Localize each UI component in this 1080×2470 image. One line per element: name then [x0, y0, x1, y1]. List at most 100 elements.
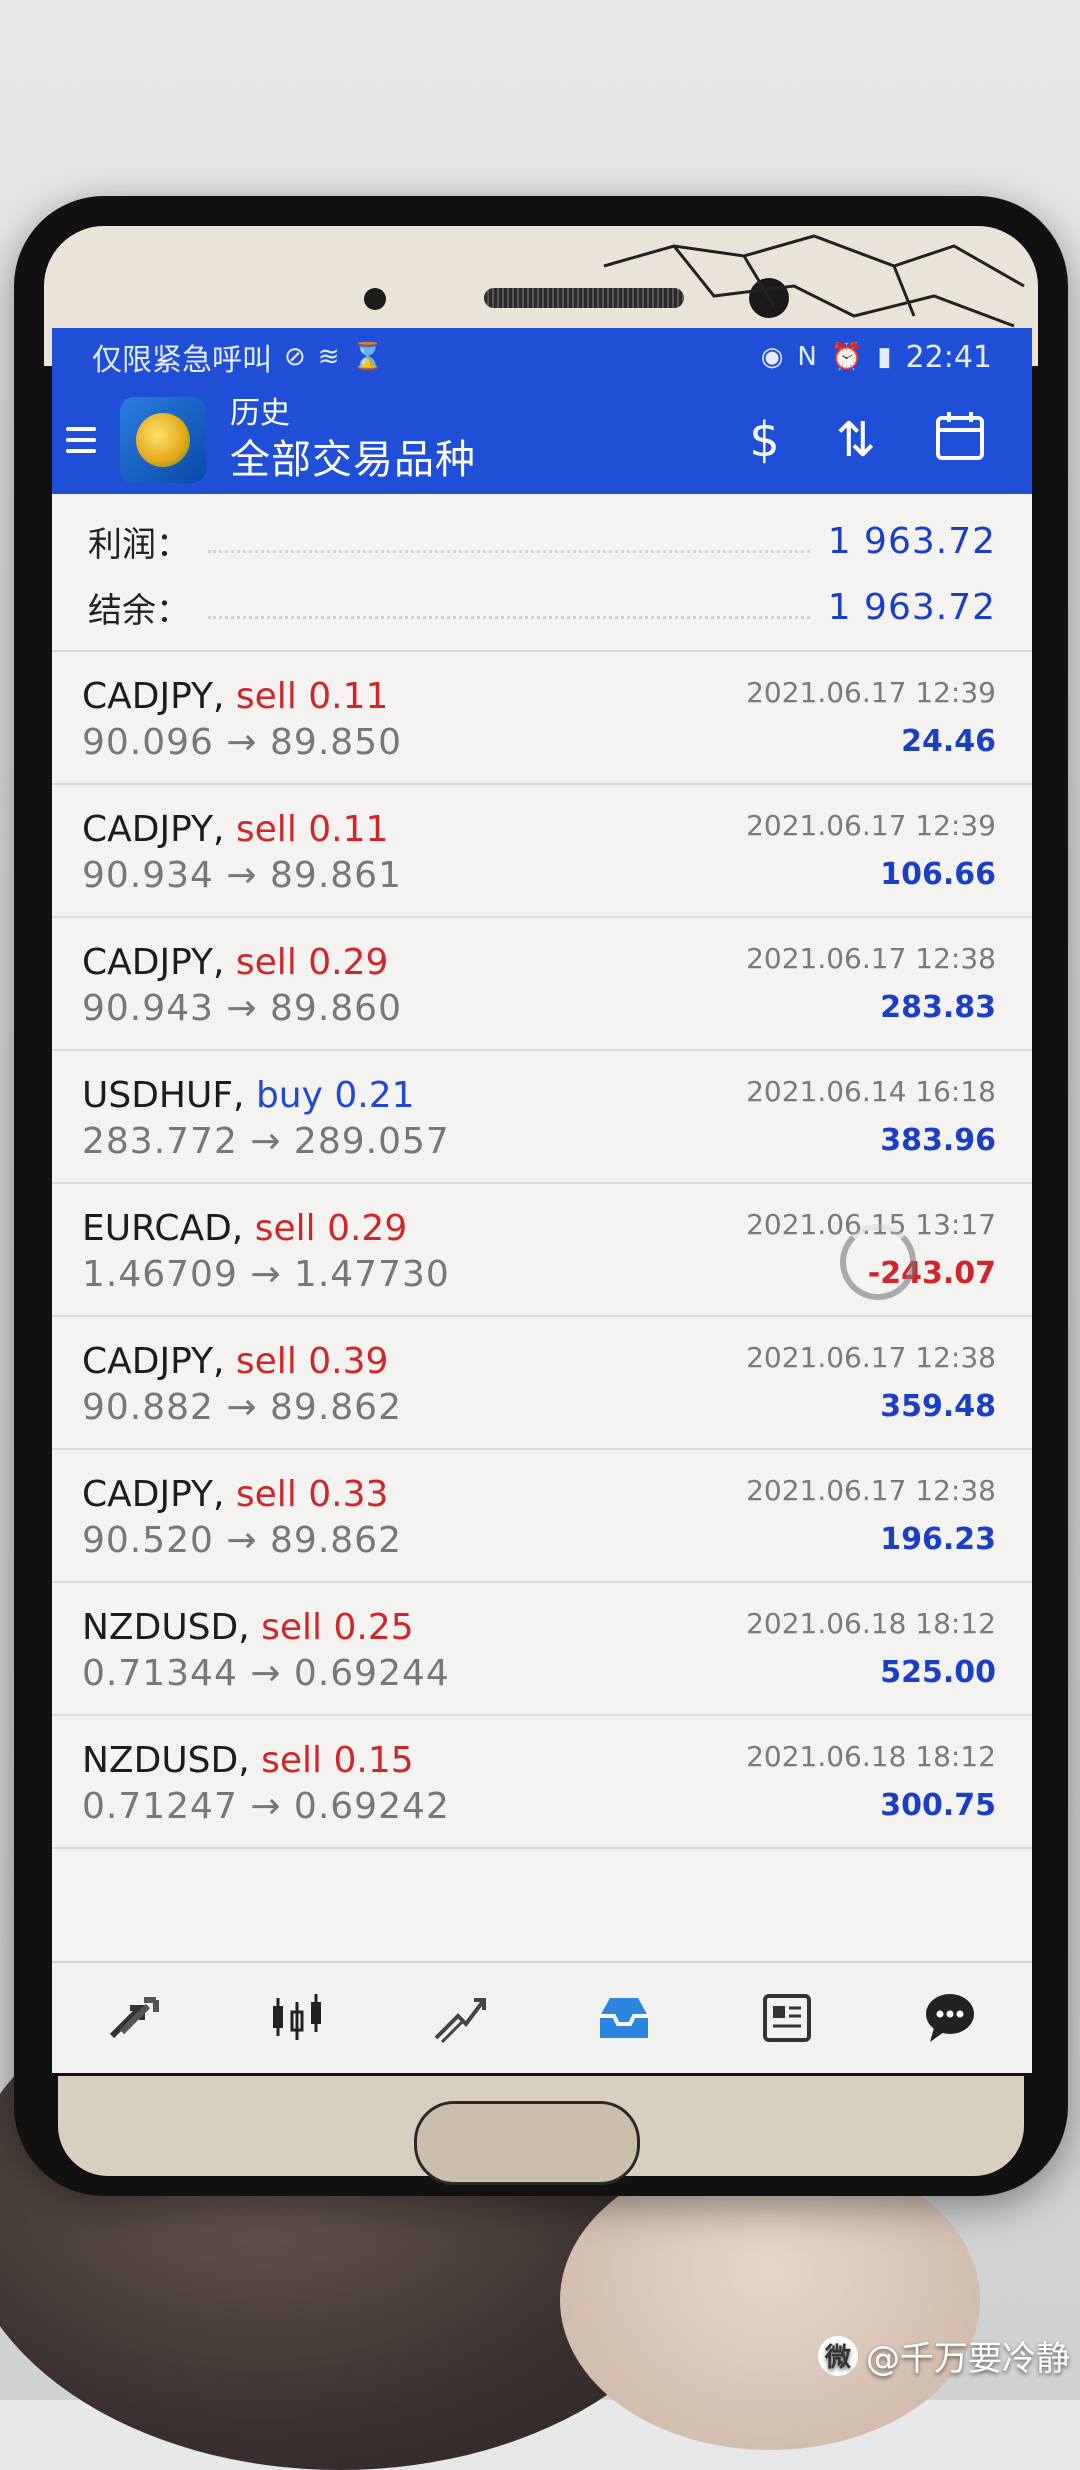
- phone-device: 仅限紧急呼叫 ⊘ ≋ ⌛ ◉ N ⏰ ▮ 22:41 历史 全部交易品种 $ ⇅…: [14, 196, 1068, 2196]
- chart-icon[interactable]: [252, 1978, 342, 2058]
- trade-symbol: CADJPY,: [82, 942, 225, 983]
- trade-volume: 0.25: [333, 1607, 414, 1648]
- trade-prices: 90.934 → 89.861: [82, 855, 402, 896]
- trade-type: sell: [235, 676, 297, 717]
- trade-row[interactable]: EURCAD, sell 0.29 1.46709 → 1.47730 2021…: [52, 1184, 1032, 1317]
- chat-icon[interactable]: [905, 1978, 995, 2058]
- touch-ripple-indicator: [840, 1224, 916, 1300]
- trade-row[interactable]: CADJPY, sell 0.29 90.943 → 89.860 2021.0…: [52, 918, 1032, 1051]
- trade-prices: 1.46709 → 1.47730: [82, 1254, 450, 1295]
- trade-volume: 0.39: [308, 1341, 389, 1382]
- trade-row[interactable]: NZDUSD, sell 0.15 0.71247 → 0.69242 2021…: [52, 1716, 1032, 1849]
- trade-prices: 90.882 → 89.862: [82, 1387, 402, 1428]
- trade-symbol: USDHUF,: [82, 1075, 245, 1116]
- trade-volume: 0.33: [308, 1474, 389, 1515]
- trade-date: 2021.06.17 12:38: [746, 1341, 996, 1374]
- front-sensor: [364, 288, 386, 310]
- history-icon[interactable]: [579, 1978, 669, 2058]
- trade-volume: 0.21: [334, 1075, 415, 1116]
- trade-date: 2021.06.17 12:39: [746, 676, 996, 709]
- trade-row[interactable]: CADJPY, sell 0.11 90.934 → 89.861 2021.0…: [52, 785, 1032, 918]
- trade-icon[interactable]: [415, 1978, 505, 2058]
- summary-panel: 利润： 1 963.72 结余： 1 963.72: [52, 494, 1032, 652]
- trade-symbol: CADJPY,: [82, 1474, 225, 1515]
- trade-date: 2021.06.18 18:12: [746, 1740, 996, 1773]
- trade-prices: 0.71344 → 0.69244: [82, 1653, 450, 1694]
- trade-type: sell: [261, 1740, 323, 1781]
- status-time: 22:41: [905, 339, 992, 375]
- app-logo: [120, 397, 206, 483]
- trade-profit: 300.75: [880, 1788, 996, 1823]
- trade-type: sell: [261, 1607, 323, 1648]
- watermark: 微 @千万要冷静: [818, 2331, 1070, 2380]
- eye-icon: ◉: [760, 342, 784, 372]
- trade-symbol: NZDUSD,: [82, 1607, 250, 1648]
- deposit-icon[interactable]: $: [749, 416, 780, 464]
- trade-volume: 0.29: [327, 1208, 408, 1249]
- trade-prices: 0.71247 → 0.69242: [82, 1786, 450, 1827]
- trade-volume: 0.11: [308, 809, 389, 850]
- screen-crack: [603, 234, 1025, 328]
- nfc-icon: N: [797, 342, 817, 372]
- profit-value: 1 963.72: [827, 520, 996, 562]
- sort-icon[interactable]: ⇅: [836, 416, 876, 464]
- trade-prices: 283.772 → 289.057: [82, 1121, 450, 1162]
- app-screen: 仅限紧急呼叫 ⊘ ≋ ⌛ ◉ N ⏰ ▮ 22:41 历史 全部交易品种 $ ⇅…: [52, 328, 1032, 2073]
- trade-profit: 383.96: [880, 1123, 996, 1158]
- profit-label: 利润：: [88, 524, 190, 565]
- menu-icon[interactable]: [66, 427, 96, 453]
- trade-type: sell: [235, 942, 297, 983]
- trade-profit: 24.46: [901, 724, 996, 759]
- trade-row[interactable]: USDHUF, buy 0.21 283.772 → 289.057 2021.…: [52, 1051, 1032, 1184]
- battery-icon: ▮: [877, 342, 892, 372]
- trade-volume: 0.11: [308, 676, 389, 717]
- status-bar: 仅限紧急呼叫 ⊘ ≋ ⌛ ◉ N ⏰ ▮ 22:41: [52, 328, 1032, 386]
- trade-profit: 525.00: [880, 1655, 996, 1690]
- hourglass-icon: ⌛: [351, 342, 384, 372]
- calendar-icon[interactable]: [932, 408, 988, 472]
- profit-row: 利润： 1 963.72: [88, 508, 996, 574]
- weibo-icon: 微: [818, 2335, 858, 2376]
- balance-row: 结余： 1 963.72: [88, 574, 996, 640]
- trade-row[interactable]: CADJPY, sell 0.39 90.882 → 89.862 2021.0…: [52, 1317, 1032, 1450]
- news-icon[interactable]: [742, 1978, 832, 2058]
- trade-date: 2021.06.17 12:38: [746, 942, 996, 975]
- trade-profit: 196.23: [880, 1522, 996, 1557]
- symbol-selector[interactable]: 历史 全部交易品种: [230, 394, 749, 486]
- trade-symbol: NZDUSD,: [82, 1740, 250, 1781]
- trade-prices: 90.943 → 89.860: [82, 988, 402, 1029]
- trade-symbol: CADJPY,: [82, 676, 225, 717]
- trade-row[interactable]: NZDUSD, sell 0.25 0.71344 → 0.69244 2021…: [52, 1583, 1032, 1716]
- trade-type: sell: [254, 1208, 316, 1249]
- trade-profit: 359.48: [880, 1389, 996, 1424]
- quotes-icon[interactable]: [89, 1978, 179, 2058]
- trade-date: 2021.06.18 18:12: [746, 1607, 996, 1640]
- trade-row[interactable]: CADJPY, sell 0.11 90.096 → 89.850 2021.0…: [52, 652, 1032, 785]
- trade-volume: 0.15: [333, 1740, 414, 1781]
- trade-type: sell: [235, 1341, 297, 1382]
- trade-symbol: CADJPY,: [82, 809, 225, 850]
- page-title: 全部交易品种: [230, 437, 476, 483]
- page-subtitle: 历史: [230, 396, 290, 431]
- trade-type: sell: [235, 1474, 297, 1515]
- watermark-text: @千万要冷静: [866, 2339, 1070, 2379]
- trade-volume: 0.29: [308, 942, 389, 983]
- balance-value: 1 963.72: [827, 586, 996, 628]
- trade-date: 2021.06.14 16:18: [746, 1075, 996, 1108]
- trade-symbol: EURCAD,: [82, 1208, 244, 1249]
- trade-profit: 106.66: [880, 857, 996, 892]
- alarm-icon: ⏰: [830, 342, 864, 372]
- trade-prices: 90.096 → 89.850: [82, 722, 402, 763]
- trade-symbol: CADJPY,: [82, 1341, 225, 1382]
- balance-label: 结余：: [88, 590, 190, 631]
- trade-type: buy: [255, 1075, 323, 1116]
- trade-type: sell: [235, 809, 297, 850]
- trade-row[interactable]: CADJPY, sell 0.33 90.520 → 89.862 2021.0…: [52, 1450, 1032, 1583]
- no-signal-icon: ⊘: [284, 342, 306, 372]
- trade-list: CADJPY, sell 0.11 90.096 → 89.850 2021.0…: [52, 652, 1032, 1849]
- trade-date: 2021.06.17 12:39: [746, 809, 996, 842]
- app-bar: 历史 全部交易品种 $ ⇅: [52, 386, 1032, 494]
- carrier-text: 仅限紧急呼叫: [92, 343, 272, 378]
- bottom-tab-bar: [52, 1961, 1032, 2073]
- home-button[interactable]: [414, 2101, 640, 2185]
